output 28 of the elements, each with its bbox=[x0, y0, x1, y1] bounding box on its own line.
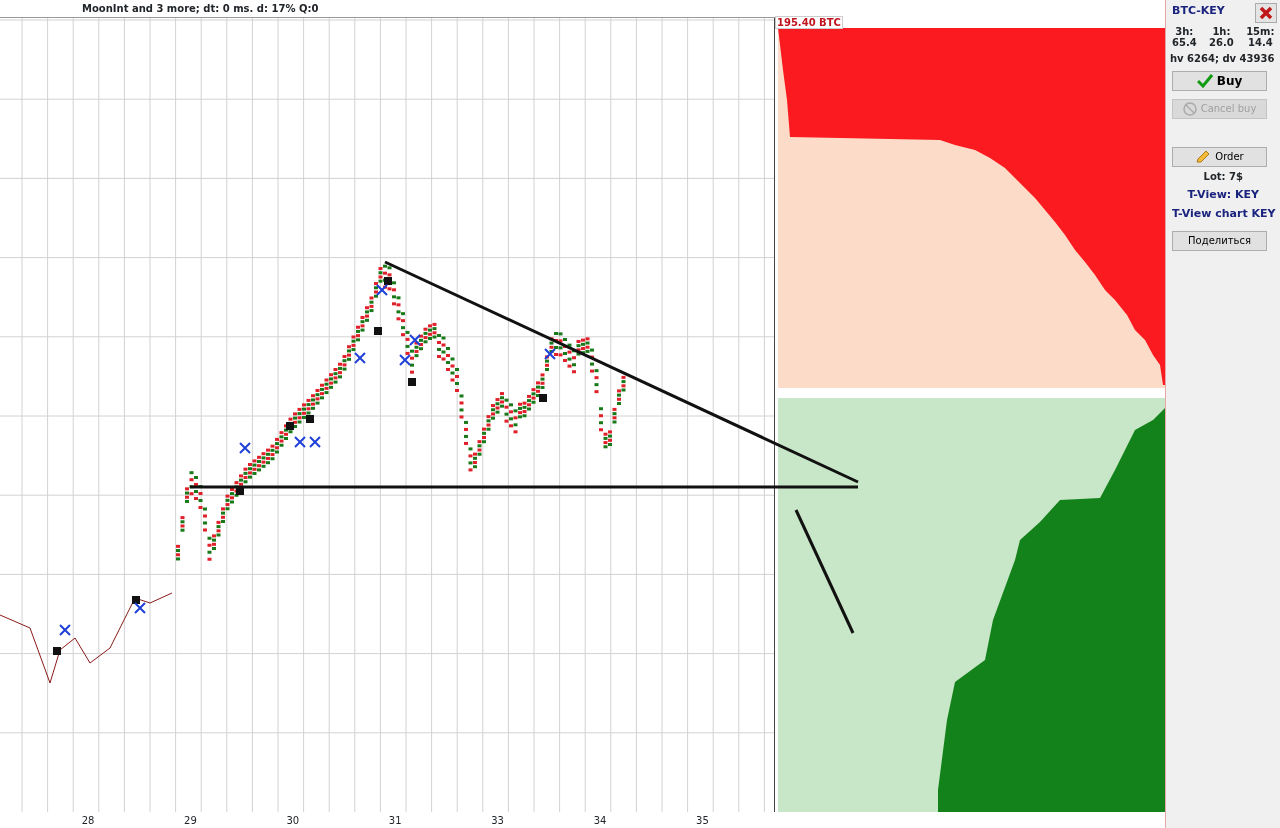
depth-label: 195.40 BTC bbox=[775, 16, 843, 29]
panel-title: BTC-KEY bbox=[1172, 3, 1225, 19]
stat-value: 26.0 bbox=[1209, 36, 1234, 48]
share-button[interactable]: Поделиться bbox=[1172, 230, 1267, 251]
axis-label: 28 bbox=[81, 814, 95, 828]
stat-label: 3h: bbox=[1174, 25, 1195, 37]
stat-label: 15m: bbox=[1246, 25, 1275, 37]
pencil-icon bbox=[1195, 149, 1212, 164]
order-button[interactable]: Order bbox=[1172, 146, 1267, 167]
lot-text: Lot: 7$ bbox=[1202, 170, 1244, 185]
axis-label: 29 bbox=[184, 814, 197, 828]
axis-label: 33 bbox=[491, 814, 504, 828]
stat-value: 65.4 bbox=[1172, 36, 1197, 48]
close-button[interactable] bbox=[1255, 3, 1278, 23]
stat-value: 14.4 bbox=[1247, 36, 1274, 48]
cancel-icon bbox=[1182, 101, 1197, 116]
volume-text: hv 6264; dv 43936 bbox=[1170, 51, 1276, 66]
close-icon bbox=[1259, 6, 1274, 20]
buy-button[interactable]: Buy bbox=[1172, 70, 1267, 91]
axis-label: 31 bbox=[388, 814, 402, 828]
tview-link[interactable]: T-View chart KEY bbox=[1172, 206, 1280, 223]
status-text: MoonInt and 3 more; dt: 0 ms. d: 17% Q:0 bbox=[82, 3, 319, 14]
stat-label: 1h: bbox=[1211, 25, 1232, 37]
axis-label: 35 bbox=[696, 814, 709, 828]
tview-link[interactable]: T-View: KEY bbox=[1172, 187, 1280, 204]
check-icon bbox=[1196, 73, 1213, 88]
axis-label: 30 bbox=[286, 814, 300, 828]
axis-label: 34 bbox=[593, 814, 607, 828]
